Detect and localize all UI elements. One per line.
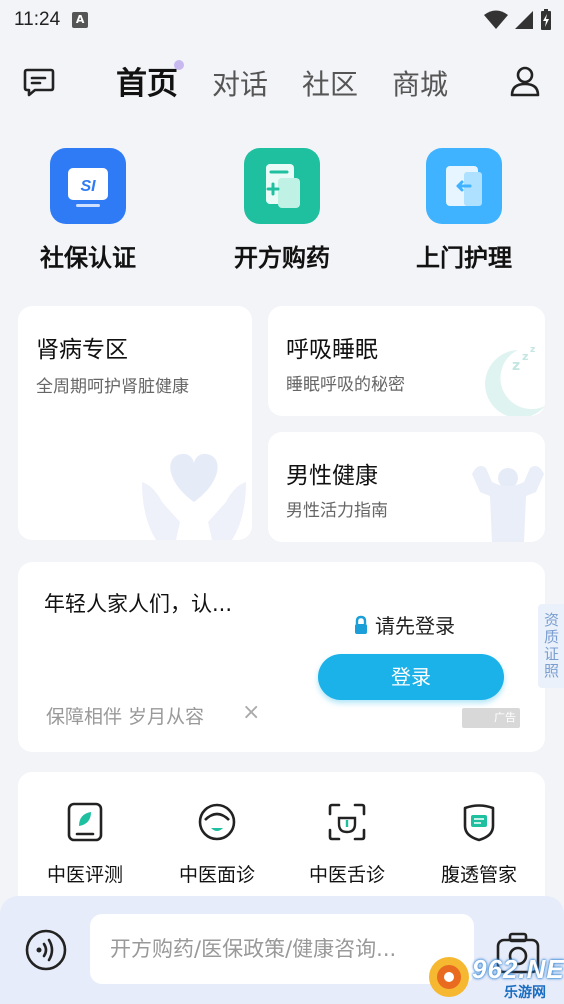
quick-action-label: 开方购药 <box>234 244 330 272</box>
wifi-icon <box>484 10 508 29</box>
watermark-main: 962.NET <box>472 954 564 984</box>
tcm-assessment[interactable]: 中医评测 <box>30 802 140 887</box>
site-watermark: 962.NET 乐游网 <box>420 950 564 1004</box>
login-prompt-text: 请先登录 <box>375 614 455 638</box>
moon-sleep-icon: z z z <box>485 345 545 416</box>
tcm-services-card: 中医评测 中医面诊 中医舌诊 腹透管家 <box>18 772 545 912</box>
leaf-tablet-icon <box>67 802 103 842</box>
card-title: 男性健康 <box>286 463 378 489</box>
tcm-label: 腹透管家 <box>440 864 517 886</box>
ad-title[interactable]: 年轻人家人们，认... <box>44 588 232 618</box>
qualification-tab[interactable]: 资质证照 <box>538 604 564 688</box>
quick-action-label: 上门护理 <box>416 244 512 272</box>
card-title: 肾病专区 <box>36 337 128 363</box>
quick-action-label: 社保认证 <box>40 244 136 272</box>
tab-mall[interactable]: 商城 <box>392 63 448 103</box>
card-title: 呼吸睡眠 <box>286 337 378 363</box>
notification-badge-icon: A <box>72 12 89 28</box>
ad-tag: 广告 <box>462 708 520 728</box>
face-scan-icon <box>198 803 236 841</box>
tab-home[interactable]: 首页 <box>116 58 184 103</box>
user-profile-icon[interactable] <box>508 64 542 98</box>
muscle-man-icon <box>472 466 544 542</box>
heart-hands-icon <box>142 453 246 540</box>
tab-community[interactable]: 社区 <box>302 63 358 103</box>
card-kidney-zone[interactable]: 肾病专区 全周期呵护肾脏健康 <box>18 306 252 540</box>
svg-text:z: z <box>522 350 528 363</box>
tcm-face-diagnosis[interactable]: 中医面诊 <box>162 802 272 887</box>
quick-action-home-care[interactable]: 上门护理 <box>394 148 534 273</box>
lock-icon <box>355 615 367 634</box>
login-button[interactable]: 登录 <box>318 654 504 700</box>
signal-icon <box>515 11 533 29</box>
tongue-scan-icon <box>328 803 366 841</box>
si-text: SI <box>80 178 96 195</box>
tcm-label: 中医舌诊 <box>308 864 385 886</box>
tcm-label: 中医面诊 <box>178 864 255 886</box>
card-subtitle: 全周期呵护肾脏健康 <box>36 377 189 397</box>
active-tab-dot <box>174 60 184 70</box>
battery-icon <box>541 9 551 30</box>
ad-login-card: 年轻人家人们，认... 保障相伴 岁月从容 × 请先登录 登录 广告 <box>18 562 545 752</box>
status-time: 11:24 <box>14 9 61 30</box>
tcm-tongue-diagnosis[interactable]: 中医舌诊 <box>292 802 402 887</box>
main-tabs: 首页 对话 社区 商城 <box>116 58 482 103</box>
ad-close-button[interactable]: × <box>242 700 260 725</box>
status-icons <box>484 9 552 31</box>
watermark-sub: 乐游网 <box>504 985 546 1001</box>
watermark-logo-icon <box>429 957 469 997</box>
login-prompt: 请先登录 <box>353 610 455 639</box>
tab-chat[interactable]: 对话 <box>212 63 268 103</box>
svg-text:z: z <box>530 345 535 355</box>
tcm-label: 中医评测 <box>46 864 123 886</box>
ad-subtitle: 保障相伴 岁月从容 <box>46 706 205 728</box>
si-card-icon: SI <box>50 148 126 224</box>
top-nav: 首页 对话 社区 商城 <box>0 50 564 110</box>
prescription-icon <box>244 148 320 224</box>
card-subtitle: 睡眠呼吸的秘密 <box>286 375 405 395</box>
quick-action-social-security[interactable]: SI 社保认证 <box>18 148 158 273</box>
card-subtitle: 男性活力指南 <box>286 501 388 521</box>
card-male-health[interactable]: 男性健康 男性活力指南 <box>268 432 545 542</box>
tab-home-label: 首页 <box>116 66 178 102</box>
svg-text:z: z <box>512 358 520 374</box>
dialysis-icon <box>463 804 495 842</box>
message-icon[interactable] <box>22 64 56 98</box>
tcm-dialysis-manager[interactable]: 腹透管家 <box>424 802 534 887</box>
voice-icon[interactable] <box>24 928 68 972</box>
door-care-icon <box>426 148 502 224</box>
status-bar: 11:24 A <box>0 0 564 40</box>
quick-action-prescription[interactable]: 开方购药 <box>212 148 352 273</box>
search-input[interactable]: 开方购药/医保政策/健康咨询... <box>90 914 474 984</box>
card-sleep-breathing[interactable]: 呼吸睡眠 睡眠呼吸的秘密 z z z <box>268 306 545 416</box>
